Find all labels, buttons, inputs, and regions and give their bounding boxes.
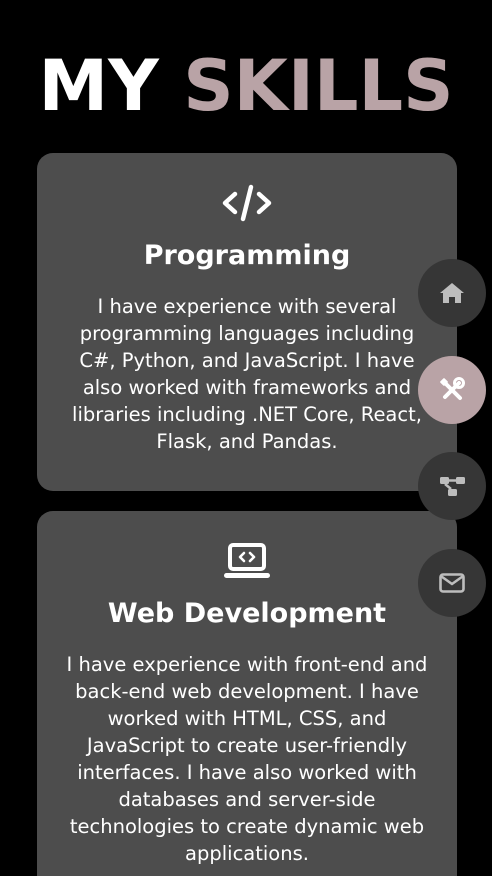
skill-card-title: Programming [143, 240, 351, 271]
home-icon [440, 283, 464, 303]
sitemap-icon [440, 477, 465, 496]
page-title: MY SKILLS [0, 44, 492, 128]
nav-projects-button[interactable] [418, 452, 486, 520]
nav-home-button[interactable] [418, 259, 486, 327]
page-title-first-word: MY [38, 45, 159, 127]
envelope-icon [439, 573, 465, 593]
nav-skills-button[interactable] [418, 356, 486, 424]
skill-card-description: I have experience with front-end and bac… [66, 653, 428, 865]
skills-page: MY SKILLS Programming I have experience … [0, 0, 492, 876]
skill-card-description: I have experience with several programmi… [72, 295, 422, 453]
skill-card-web-development: Web Development I have experience with f… [37, 511, 457, 876]
code-icon [222, 184, 272, 222]
tools-icon [440, 377, 465, 400]
skill-card-title: Web Development [107, 598, 387, 629]
skill-card-programming: Programming I have experience with sever… [37, 153, 457, 491]
laptop-code-icon [224, 543, 270, 578]
page-title-second-word: SKILLS [183, 45, 454, 127]
nav-contact-button[interactable] [418, 549, 486, 617]
